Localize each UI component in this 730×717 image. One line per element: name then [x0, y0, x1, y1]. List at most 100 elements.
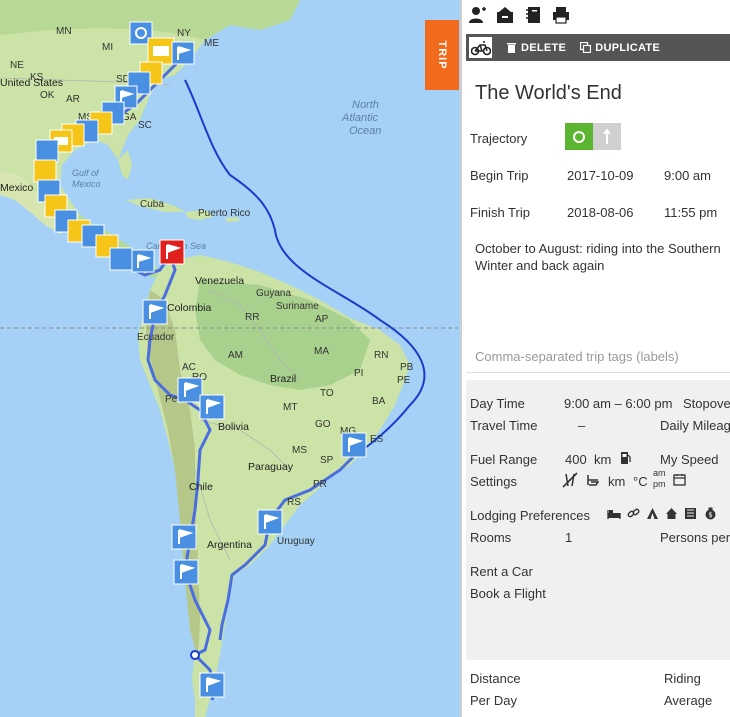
link-icon[interactable] [627, 507, 640, 520]
svg-text:MI: MI [102, 42, 113, 53]
trip-description[interactable]: October to August: riding into the South… [475, 240, 730, 274]
trip-tab[interactable]: TRIP [425, 20, 459, 90]
trip-action-toolbar: DELETE DUPLICATE [466, 34, 730, 61]
trip-title[interactable]: The World's End [475, 82, 622, 105]
my-speed-label: My Speed [660, 452, 719, 467]
svg-text:$: $ [708, 511, 712, 519]
save-trip-icon[interactable] [496, 6, 514, 24]
bed-icon[interactable] [607, 508, 621, 520]
country-label: Paraguay [248, 461, 294, 473]
svg-text:GO: GO [315, 419, 331, 430]
lodging-label: Lodging Preferences [470, 508, 590, 523]
print-icon[interactable] [552, 6, 570, 24]
ocean-label-3: Ocean [349, 125, 381, 137]
finish-date[interactable]: 2018-08-06 [567, 205, 634, 220]
svg-text:AM: AM [228, 350, 243, 361]
country-label: Chile [189, 481, 213, 493]
duplicate-label: DUPLICATE [595, 41, 661, 54]
trajectory-loop-button[interactable] [565, 123, 593, 150]
day-time-value[interactable]: 9:00 am – 6:00 pm [564, 396, 672, 411]
svg-text:RS: RS [287, 497, 301, 508]
country-label: Guyana [256, 288, 291, 299]
persons-label: Persons per [660, 530, 730, 545]
trip-summary-section [466, 660, 730, 717]
book-flight-link[interactable]: Book a Flight [470, 586, 546, 601]
red-flag-marker[interactable] [159, 239, 185, 265]
country-label: Argentina [207, 539, 252, 551]
rooms-label: Rooms [470, 530, 512, 545]
svg-text:RN: RN [374, 350, 388, 361]
svg-text:ME: ME [204, 38, 219, 49]
settings-am-label[interactable]: am [653, 468, 666, 478]
trajectory-oneway-button[interactable] [593, 123, 621, 150]
distance-label: Distance [470, 671, 521, 686]
add-user-icon[interactable] [468, 6, 486, 24]
svg-text:NY: NY [177, 28, 191, 39]
notebook-icon[interactable] [524, 6, 542, 24]
country-label: Brazil [270, 373, 296, 385]
trajectory-label: Trajectory [470, 131, 528, 146]
country-label: Colombia [167, 302, 212, 314]
svg-text:NE: NE [10, 60, 24, 71]
settings-label: Settings [470, 474, 517, 489]
rent-car-link[interactable]: Rent a Car [470, 564, 533, 579]
calendar-icon[interactable] [673, 473, 686, 486]
svg-text:OK: OK [40, 90, 55, 101]
country-label: Uruguay [277, 536, 315, 547]
hotel-icon[interactable] [684, 507, 697, 520]
gulf-label-1: Gulf of [72, 168, 100, 178]
travel-time-value[interactable]: – [578, 418, 585, 433]
svg-text:MT: MT [283, 402, 297, 413]
trip-panel: DELETE DUPLICATE The World's End Traject… [460, 0, 730, 717]
tent-icon[interactable] [646, 507, 659, 520]
svg-text:SC: SC [138, 120, 152, 131]
country-label: Venezuela [195, 275, 244, 287]
begin-time[interactable]: 9:00 am [664, 168, 711, 183]
svg-text:MA: MA [314, 346, 329, 357]
svg-text:SP: SP [320, 455, 334, 466]
fuel-pump-icon [621, 452, 631, 464]
svg-text:TO: TO [320, 388, 334, 399]
svg-text:PI: PI [354, 368, 363, 379]
country-label: Cuba [140, 199, 164, 210]
rooms-value[interactable]: 1 [565, 530, 572, 545]
svg-text:ES: ES [370, 434, 384, 445]
finish-trip-label: Finish Trip [470, 205, 530, 220]
country-label: Suriname [276, 301, 319, 312]
country-label: Ecuador [137, 332, 175, 343]
house-icon[interactable] [665, 507, 678, 520]
settings-celsius-unit[interactable]: °C [633, 474, 648, 489]
bicycle-icon[interactable] [469, 37, 492, 58]
duplicate-button[interactable]: DUPLICATE [580, 42, 660, 54]
ferry-icon[interactable] [586, 473, 600, 487]
country-label: Puerto Rico [198, 208, 251, 219]
country-label: Bolivia [218, 421, 249, 433]
panel-top-toolbar [462, 0, 730, 30]
svg-text:PB: PB [400, 362, 414, 373]
begin-trip-label: Begin Trip [470, 168, 529, 183]
svg-text:MN: MN [56, 26, 72, 37]
ocean-label-1: North [352, 99, 379, 111]
settings-pm-label[interactable]: pm [653, 479, 666, 489]
trip-tags-input[interactable]: Comma-separated trip tags (labels) [475, 349, 679, 364]
settings-km-unit[interactable]: km [608, 474, 625, 489]
svg-text:PE: PE [397, 375, 411, 386]
fuel-range-label: Fuel Range [470, 452, 538, 467]
svg-text:BA: BA [372, 396, 386, 407]
travel-time-label: Travel Time [470, 418, 538, 433]
finish-time[interactable]: 11:55 pm [664, 205, 717, 220]
trip-tab-label: TRIP [436, 40, 448, 70]
stopover-label: Stopove [683, 396, 730, 411]
country-label: Mexico [0, 182, 33, 194]
svg-text:PR: PR [313, 479, 327, 490]
no-highway-icon[interactable] [562, 472, 578, 488]
svg-text:AR: AR [66, 94, 80, 105]
map-view[interactable]: North Atlantic Ocean Gulf of Mexico Cari… [0, 0, 458, 717]
money-bag-icon[interactable]: $ [704, 507, 717, 520]
ocean-label-2: Atlantic [341, 112, 379, 124]
gulf-label-2: Mexico [72, 179, 101, 189]
fuel-range-unit: km [594, 452, 612, 467]
delete-button[interactable]: DELETE [506, 42, 566, 54]
begin-date[interactable]: 2017-10-09 [567, 168, 634, 183]
fuel-range-value[interactable]: 400 [565, 452, 587, 467]
